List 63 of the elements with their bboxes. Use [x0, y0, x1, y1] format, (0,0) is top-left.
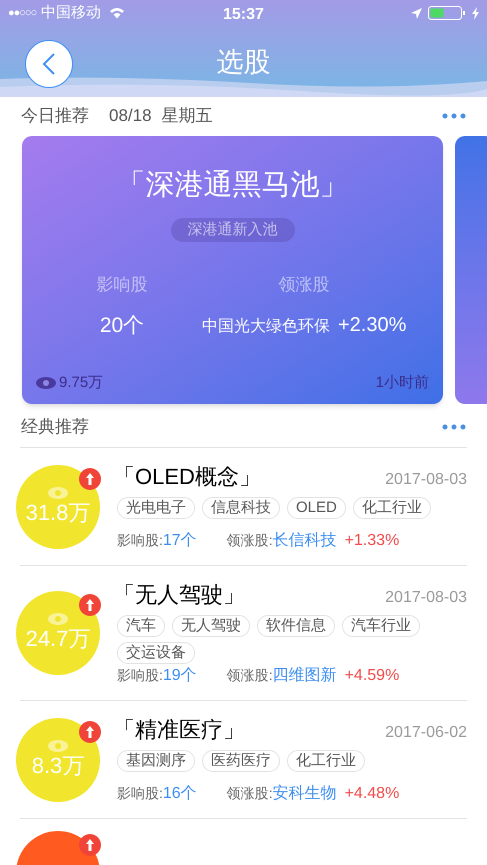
view-count: 8.3万 [32, 752, 84, 780]
stat-value: 17个 [162, 531, 197, 551]
stat-value: 19个 [162, 666, 197, 686]
more-icon[interactable] [442, 113, 466, 119]
stock-change: +4.59% [344, 666, 400, 686]
eye-icon [36, 376, 56, 389]
stock-change: +1.33% [344, 531, 400, 551]
location-arrow-icon [411, 8, 422, 18]
section-title: 今日推荐 [21, 105, 89, 128]
date-label: 2017-08-03 [385, 470, 467, 490]
date-label: 2017-06-02 [385, 723, 467, 743]
stat-label: 影响股: [117, 784, 163, 803]
wifi-icon [109, 7, 126, 19]
stat-value: 16个 [162, 784, 197, 804]
back-chevron-icon [42, 52, 56, 76]
stock-change: +4.48% [344, 784, 400, 804]
recommendation-card[interactable]: 「深港通黑马池」 深港通新入池 影响股 20个 领涨股 中国光大绿色环保 +2.30% 9.75万 1小时前 [22, 136, 443, 404]
stat-label: 影响股 [96, 274, 148, 296]
topic-tag[interactable]: 化工行业 [287, 750, 365, 772]
topic-tag[interactable]: 交运设备 [117, 642, 195, 664]
carrier-name: 中国移动 [41, 2, 102, 23]
more-icon[interactable] [442, 424, 466, 430]
weekday-label: 星期五 [162, 105, 213, 128]
topic-tag[interactable]: 化工行业 [352, 497, 431, 519]
stat-value: 20个 [100, 312, 144, 338]
back-button[interactable] [25, 40, 73, 88]
topic-title[interactable]: 「无人驾驶」 [113, 578, 245, 611]
stat-label: 领涨股: [226, 784, 273, 803]
topic-tag[interactable]: 信息科技 [202, 497, 280, 519]
stat-label: 领涨股 [278, 274, 330, 296]
date-label: 2017-08-03 [385, 588, 467, 608]
topic-tag[interactable]: 基因测序 [117, 750, 195, 772]
stat-label: 影响股: [117, 531, 163, 550]
charging-bolt-icon [472, 6, 479, 20]
card-title: 「深港通黑马池」 [116, 168, 348, 203]
stat-label: 影响股: [117, 666, 163, 685]
clock-time: 15:37 [223, 5, 264, 25]
view-count: 31.8万 [26, 498, 90, 526]
section-title: 经典推荐 [21, 416, 89, 438]
stock-name: 中国光大绿色环保 [202, 316, 330, 336]
posted-time: 1小时前 [376, 372, 429, 392]
eye-icon [48, 740, 68, 752]
page-title: 选股 [216, 46, 270, 79]
eye-icon [48, 486, 68, 498]
topic-tag[interactable]: 汽车行业 [342, 615, 420, 637]
signal-strength: ●●○○○ [8, 6, 36, 21]
eye-icon [48, 613, 68, 625]
topic-tag[interactable]: 汽车 [117, 615, 165, 637]
topic-title[interactable]: 「精准医疗」 [113, 713, 245, 746]
topic-tag[interactable]: 软件信息 [257, 615, 335, 637]
date-label: 08/18 [109, 105, 152, 128]
topic-tag[interactable]: OLED [287, 497, 346, 519]
stock-change: +2.30% [338, 312, 406, 338]
battery-icon [428, 6, 466, 20]
tag-pill: 深港通新入池 [170, 218, 294, 242]
stat-label: 领涨股: [226, 532, 273, 550]
view-count: 24.7万 [26, 625, 90, 653]
stat-label: 领涨股: [226, 666, 273, 685]
topic-tag[interactable]: 无人驾驶 [172, 615, 250, 637]
topic-tag[interactable]: 光电电子 [117, 497, 195, 519]
topic-tag[interactable]: 医药医疗 [202, 750, 280, 772]
view-count: 9.75万 [59, 372, 104, 392]
topic-title[interactable]: 「OLED概念」 [113, 460, 261, 493]
